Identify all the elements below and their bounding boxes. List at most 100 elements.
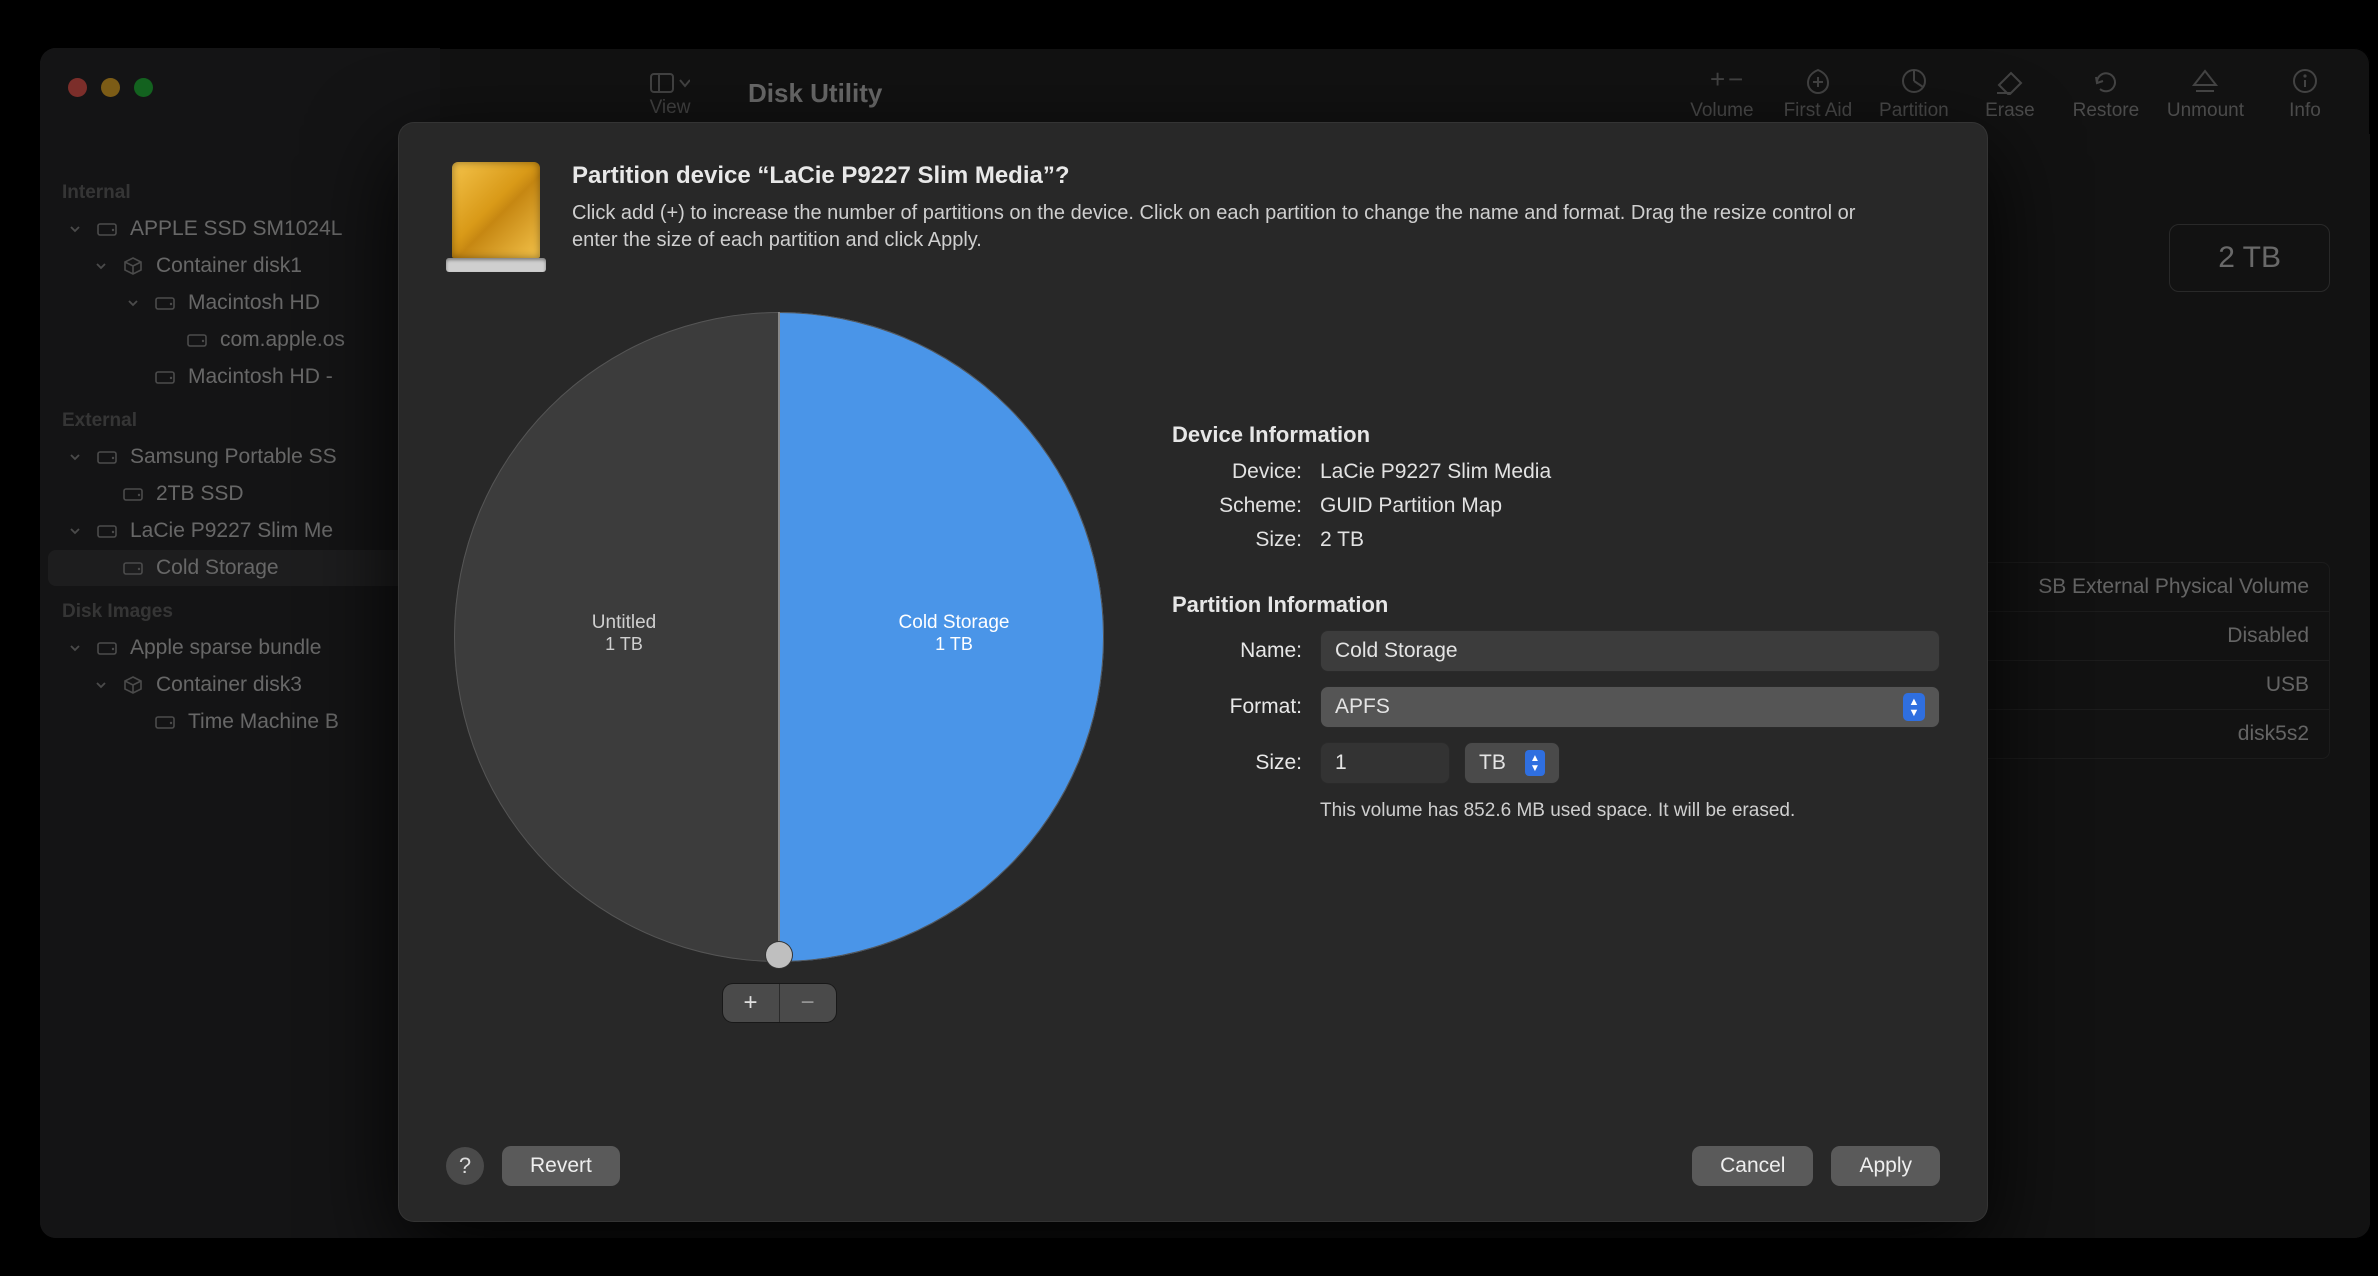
- disk-icon: [120, 485, 146, 503]
- sidebar-item-label: APPLE SSD SM1024L: [130, 217, 342, 241]
- erase-icon: [1993, 66, 2027, 96]
- help-button[interactable]: ?: [446, 1147, 484, 1185]
- toolbar-info-label: Info: [2289, 100, 2321, 122]
- partition-format-select[interactable]: APFS ▲▼: [1320, 686, 1940, 728]
- name-label: Name:: [1172, 639, 1302, 663]
- sidebar-item-lacie-p9227-slim-me[interactable]: LaCie P9227 Slim Me: [48, 513, 432, 549]
- sidebar-item-label: Samsung Portable SS: [130, 445, 337, 469]
- disclosure-triangle-icon[interactable]: [66, 524, 84, 538]
- partition-size-label: Size:: [1172, 751, 1302, 775]
- dialog-subtitle: Click add (+) to increase the number of …: [572, 200, 1892, 254]
- disk-icon: [94, 220, 120, 238]
- toolbar-erase-button[interactable]: Erase: [1975, 66, 2045, 122]
- scheme-label: Scheme:: [1172, 494, 1302, 518]
- sidebar: Internal APPLE SSD SM1024L Container disk1…: [40, 48, 440, 1238]
- disk-icon: [152, 713, 178, 731]
- close-window-button[interactable]: [68, 78, 87, 97]
- toolbar-partition-label: Partition: [1879, 100, 1949, 122]
- partition-slice-untitled[interactable]: Untitled 1 TB: [524, 612, 724, 655]
- disclosure-triangle-icon[interactable]: [66, 222, 84, 236]
- svg-text:−: −: [1728, 68, 1743, 94]
- app-title: Disk Utility: [748, 78, 882, 109]
- erase-warning-text: This volume has 852.6 MB used space. It …: [1320, 800, 1940, 822]
- sidebar-item-macintosh-hd[interactable]: Macintosh HD: [48, 285, 432, 321]
- partition-resize-handle[interactable]: [766, 942, 792, 968]
- sidebar-item-2tb-ssd[interactable]: 2TB SSD: [48, 476, 432, 512]
- sidebar-item-samsung-portable-ss[interactable]: Samsung Portable SS: [48, 439, 432, 475]
- zoom-window-button[interactable]: [134, 78, 153, 97]
- toolbar-restore-button[interactable]: Restore: [2071, 66, 2141, 122]
- disk-icon: [184, 331, 210, 349]
- sidebar-item-com-apple-os[interactable]: com.apple.os: [48, 322, 432, 358]
- sidebar-item-label: Container disk1: [156, 254, 302, 278]
- unmount-icon: [2190, 66, 2220, 96]
- cancel-button[interactable]: Cancel: [1692, 1146, 1813, 1186]
- sidebar-section-header: Disk Images: [40, 587, 440, 629]
- partition-size-input[interactable]: [1320, 742, 1450, 784]
- select-stepper-icon: ▲▼: [1903, 693, 1925, 721]
- partition-info-heading: Partition Information: [1172, 592, 1940, 618]
- disclosure-triangle-icon[interactable]: [66, 450, 84, 464]
- add-partition-button[interactable]: +: [723, 984, 779, 1022]
- toolbar-volume-button[interactable]: +− Volume: [1687, 66, 1757, 122]
- select-stepper-icon: ▲▼: [1525, 750, 1545, 776]
- disclosure-triangle-icon[interactable]: [66, 641, 84, 655]
- disk-icon: [152, 368, 178, 386]
- window-controls: [40, 48, 638, 97]
- device-info-heading: Device Information: [1172, 422, 1940, 448]
- volume-icon: +−: [1700, 66, 1744, 96]
- partition-size-unit-select[interactable]: TB ▲▼: [1464, 742, 1560, 784]
- disclosure-triangle-icon[interactable]: [92, 259, 110, 273]
- toolbar-firstaid-button[interactable]: First Aid: [1783, 66, 1853, 122]
- minimize-window-button[interactable]: [101, 78, 120, 97]
- container-icon: [120, 256, 146, 276]
- sidebar-item-label: Macintosh HD: [188, 291, 320, 315]
- format-label: Format:: [1172, 695, 1302, 719]
- sidebar-item-cold-storage[interactable]: Cold Storage: [48, 550, 432, 586]
- sidebar-item-apple-sparse-bundle[interactable]: Apple sparse bundle: [48, 630, 432, 666]
- device-value: LaCie P9227 Slim Media: [1320, 460, 1940, 484]
- svg-text:+: +: [1710, 68, 1725, 94]
- disclosure-triangle-icon[interactable]: [92, 678, 110, 692]
- sidebar-item-label: Cold Storage: [156, 556, 279, 580]
- sidebar-item-container-disk3[interactable]: Container disk3: [48, 667, 432, 703]
- view-mode-button[interactable]: [638, 71, 702, 95]
- sidebar-item-macintosh-hd[interactable]: Macintosh HD -: [48, 359, 432, 395]
- toolbar-partition-button[interactable]: Partition: [1879, 66, 1949, 122]
- disk-icon: [120, 559, 146, 577]
- sidebar-item-label: LaCie P9227 Slim Me: [130, 519, 333, 543]
- partition-slice-cold-storage[interactable]: Cold Storage 1 TB: [854, 612, 1054, 655]
- sidebar-section-header: External: [40, 396, 440, 438]
- toolbar-unmount-label: Unmount: [2167, 100, 2244, 122]
- partition-icon: [1899, 66, 1929, 96]
- toolbar-info-button[interactable]: Info: [2270, 66, 2340, 122]
- scheme-value: GUID Partition Map: [1320, 494, 1940, 518]
- sidebar-section-header: Internal: [40, 168, 440, 210]
- partition-pie-chart[interactable]: Untitled 1 TB Cold Storage 1 TB: [454, 312, 1104, 962]
- toolbar-unmount-button[interactable]: Unmount: [2167, 66, 2244, 122]
- partition-add-remove-group: + −: [723, 984, 836, 1022]
- partition-name-input[interactable]: [1320, 630, 1940, 672]
- sidebar-item-label: com.apple.os: [220, 328, 345, 352]
- disk-icon: [94, 448, 120, 466]
- revert-button[interactable]: Revert: [502, 1146, 620, 1186]
- device-label: Device:: [1172, 460, 1302, 484]
- dialog-title: Partition device “LaCie P9227 Slim Media…: [572, 162, 1892, 190]
- firstaid-icon: [1803, 66, 1833, 96]
- sidebar-item-time-machine-b[interactable]: Time Machine B: [48, 704, 432, 740]
- size-unit-value: TB: [1479, 751, 1506, 775]
- sidebar-item-label: 2TB SSD: [156, 482, 244, 506]
- partition-dialog: Partition device “LaCie P9227 Slim Media…: [398, 122, 1988, 1222]
- info-icon: [2291, 66, 2319, 96]
- remove-partition-button[interactable]: −: [780, 984, 836, 1022]
- view-label: View: [650, 97, 691, 119]
- toolbar-volume-label: Volume: [1690, 100, 1753, 122]
- capacity-badge: 2 TB: [2169, 224, 2330, 292]
- container-icon: [120, 675, 146, 695]
- sidebar-item-container-disk1[interactable]: Container disk1: [48, 248, 432, 284]
- disclosure-triangle-icon[interactable]: [124, 296, 142, 310]
- external-drive-icon: [446, 162, 546, 272]
- sidebar-item-apple-ssd-sm1024l[interactable]: APPLE SSD SM1024L: [48, 211, 432, 247]
- apply-button[interactable]: Apply: [1831, 1146, 1940, 1186]
- size-label: Size:: [1172, 528, 1302, 552]
